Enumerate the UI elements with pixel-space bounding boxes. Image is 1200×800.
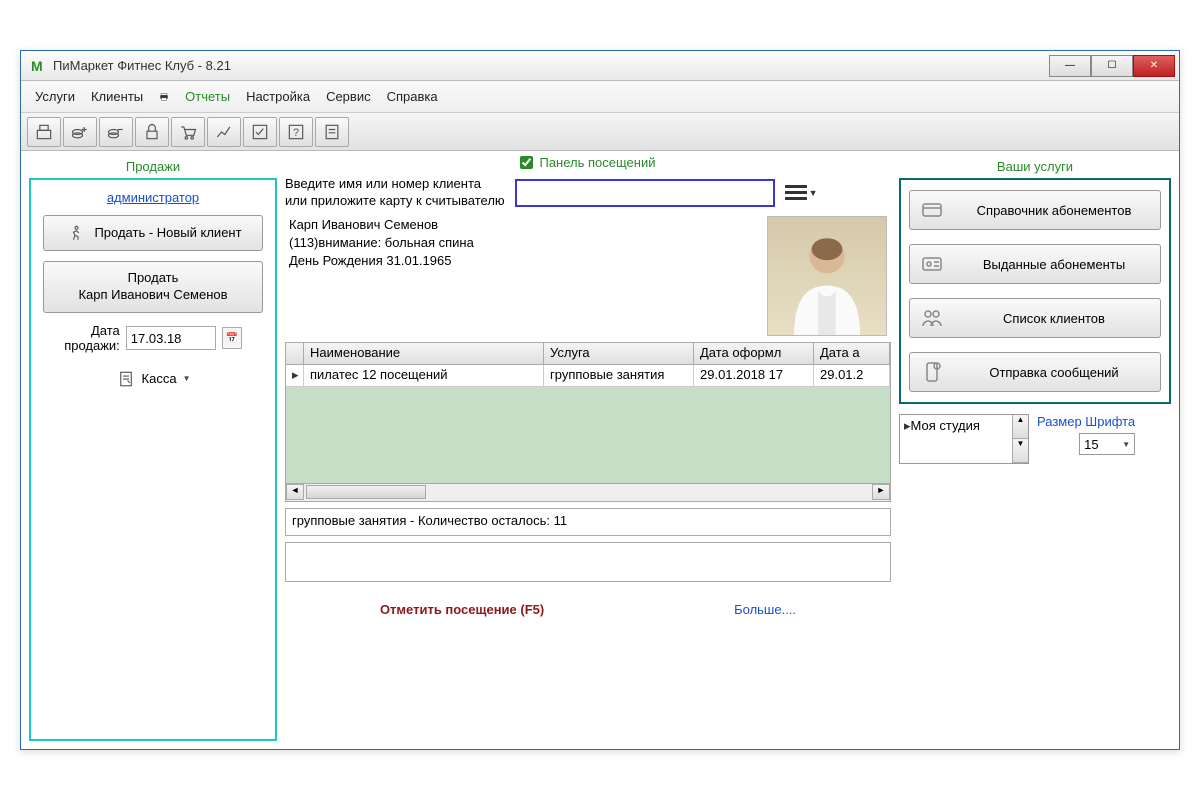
menu-services[interactable]: Услуги [29, 87, 81, 106]
services-section-label: Ваши услуги [899, 155, 1171, 178]
calendar-icon[interactable]: 📅 [222, 327, 242, 349]
sell-new-label: Продать - Новый клиент [94, 225, 241, 242]
font-size-label: Размер Шрифта [1037, 414, 1135, 429]
client-info: Карп Иванович Семенов (113)внимание: бол… [289, 216, 474, 271]
sale-date-input[interactable] [126, 326, 216, 350]
scroll-down-icon[interactable]: ▼ [1013, 439, 1028, 463]
issued-subscriptions-button[interactable]: Выданные абонементы [909, 244, 1161, 284]
menubar: Услуги Клиенты Отчеты Настройка Сервис С… [21, 81, 1179, 113]
client-photo [767, 216, 887, 336]
search-label: Введите имя или номер клиента или прилож… [285, 176, 505, 210]
status-text: групповые занятия - Количество осталось:… [285, 508, 891, 536]
scroll-left-icon[interactable]: ◄ [286, 484, 304, 500]
tool-coins-plus-icon[interactable] [63, 117, 97, 147]
people-icon [920, 306, 944, 330]
tool-coins-minus-icon[interactable] [99, 117, 133, 147]
app-window: M ПиМаркет Фитнес Клуб - 8.21 — ☐ ✕ Услу… [20, 50, 1180, 750]
col-date-reg[interactable]: Дата оформл [694, 343, 814, 364]
clients-list-button[interactable]: Список клиентов [909, 298, 1161, 338]
menu-settings[interactable]: Настройка [240, 87, 316, 106]
sell-existing-l2: Карп Иванович Семенов [78, 287, 227, 304]
mark-visit-button[interactable]: Отметить посещение (F5) [380, 602, 544, 617]
kassa-dropdown[interactable]: Касса ▼ [116, 370, 191, 388]
printer-icon[interactable] [153, 88, 175, 106]
sale-date-label: Датапродажи: [64, 323, 120, 354]
running-icon [64, 224, 86, 242]
sell-existing-client-button[interactable]: Продать Карп Иванович Семенов [43, 261, 263, 313]
row-marker-icon: ▸ [286, 365, 304, 386]
phone-sms-icon [920, 360, 944, 384]
notes-box[interactable] [285, 542, 891, 582]
toolbar: ? [21, 113, 1179, 151]
tool-register-icon[interactable] [27, 117, 61, 147]
grid-header: Наименование Услуга Дата оформл Дата а [286, 343, 890, 365]
sell-existing-l1: Продать [128, 270, 179, 287]
chevron-down-icon: ▼ [1122, 440, 1130, 449]
scroll-thumb[interactable] [306, 485, 426, 499]
client-search-input[interactable] [515, 179, 775, 207]
tool-doc-icon[interactable] [315, 117, 349, 147]
sales-panel: администратор Продать - Новый клиент Про… [29, 178, 277, 741]
titlebar: M ПиМаркет Фитнес Клуб - 8.21 — ☐ ✕ [21, 51, 1179, 81]
menu-reports[interactable]: Отчеты [179, 87, 236, 106]
tool-chart-icon[interactable] [207, 117, 241, 147]
horizontal-scrollbar[interactable]: ◄ ► [286, 483, 890, 501]
chevron-down-icon: ▼ [809, 188, 818, 198]
admin-link[interactable]: администратор [107, 190, 199, 205]
tool-lock-icon[interactable] [135, 117, 169, 147]
client-name: Карп Иванович Семенов [289, 216, 474, 234]
minimize-button[interactable]: — [1049, 55, 1091, 77]
client-note: (113)внимание: больная спина [289, 234, 474, 252]
tool-help-icon[interactable]: ? [279, 117, 313, 147]
col-name[interactable]: Наименование [304, 343, 544, 364]
card-icon [920, 198, 944, 222]
sales-section-label: Продажи [29, 155, 277, 178]
kassa-label: Касса [142, 371, 177, 386]
window-title: ПиМаркет Фитнес Клуб - 8.21 [53, 58, 1049, 73]
col-date-act[interactable]: Дата а [814, 343, 890, 364]
menu-service[interactable]: Сервис [320, 87, 377, 106]
services-panel: Справочник абонементов Выданные абонемен… [899, 178, 1171, 404]
chevron-down-icon: ▼ [183, 374, 191, 383]
col-service[interactable]: Услуга [544, 343, 694, 364]
maximize-button[interactable]: ☐ [1091, 55, 1133, 77]
menu-clients[interactable]: Клиенты [85, 87, 149, 106]
visits-panel-label: Панель посещений [539, 155, 655, 170]
more-link[interactable]: Больше.... [734, 602, 796, 617]
client-birthday: День Рождения 31.01.1965 [289, 252, 474, 270]
scroll-right-icon[interactable]: ► [872, 484, 890, 500]
scroll-up-icon[interactable]: ▲ [1013, 415, 1028, 439]
tool-cart-icon[interactable] [171, 117, 205, 147]
hamburger-icon[interactable] [785, 182, 807, 204]
subscriptions-catalog-button[interactable]: Справочник абонементов [909, 190, 1161, 230]
send-messages-button[interactable]: Отправка сообщений [909, 352, 1161, 392]
visits-panel-checkbox[interactable] [520, 156, 533, 169]
app-icon: M [31, 58, 47, 74]
subscriptions-grid[interactable]: Наименование Услуга Дата оформл Дата а ▸… [285, 342, 891, 502]
tool-check-icon[interactable] [243, 117, 277, 147]
svg-text:?: ? [293, 127, 299, 139]
menu-help[interactable]: Справка [381, 87, 444, 106]
close-button[interactable]: ✕ [1133, 55, 1175, 77]
studio-list[interactable]: ▸Моя студия ▲ ▼ [899, 414, 1029, 464]
font-size-select[interactable]: 15 ▼ [1079, 433, 1135, 455]
sell-new-client-button[interactable]: Продать - Новый клиент [43, 215, 263, 251]
table-row[interactable]: ▸ пилатес 12 посещений групповые занятия… [286, 365, 890, 387]
receipt-icon [116, 370, 136, 388]
studio-selected: Моя студия [911, 418, 980, 433]
id-card-icon [920, 252, 944, 276]
